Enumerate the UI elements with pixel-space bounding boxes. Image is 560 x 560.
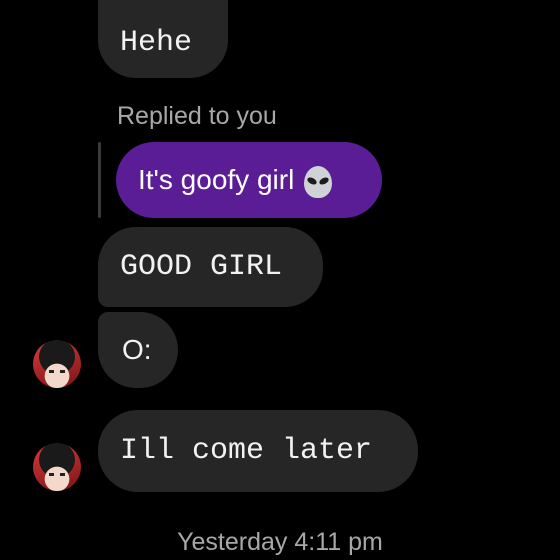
- alien-face-icon: [304, 166, 333, 198]
- avatar-eye: [49, 370, 54, 373]
- avatar-eye: [60, 370, 65, 373]
- avatar-eye: [60, 473, 65, 476]
- message-bubble-reply[interactable]: It's goofy girl: [116, 142, 382, 218]
- replied-to-you-label: Replied to you: [117, 102, 277, 130]
- message-bubble-hehe[interactable]: Hehe: [98, 0, 228, 78]
- message-text: Ill come later: [120, 434, 373, 468]
- message-bubble-o[interactable]: O:: [98, 312, 178, 388]
- avatar-eye: [49, 473, 54, 476]
- timestamp: Yesterday 4:11 pm: [177, 528, 383, 556]
- reply-indicator-bar: [98, 142, 101, 218]
- message-text: GOOD GIRL: [120, 250, 283, 284]
- message-text: O:: [122, 334, 152, 365]
- message-text: Hehe: [120, 26, 193, 60]
- message-text: It's goofy girl: [138, 164, 295, 195]
- avatar[interactable]: [33, 340, 81, 388]
- message-bubble-good-girl[interactable]: GOOD GIRL: [98, 227, 323, 307]
- message-bubble-ill-come-later[interactable]: Ill come later: [98, 410, 418, 492]
- avatar[interactable]: [33, 443, 81, 491]
